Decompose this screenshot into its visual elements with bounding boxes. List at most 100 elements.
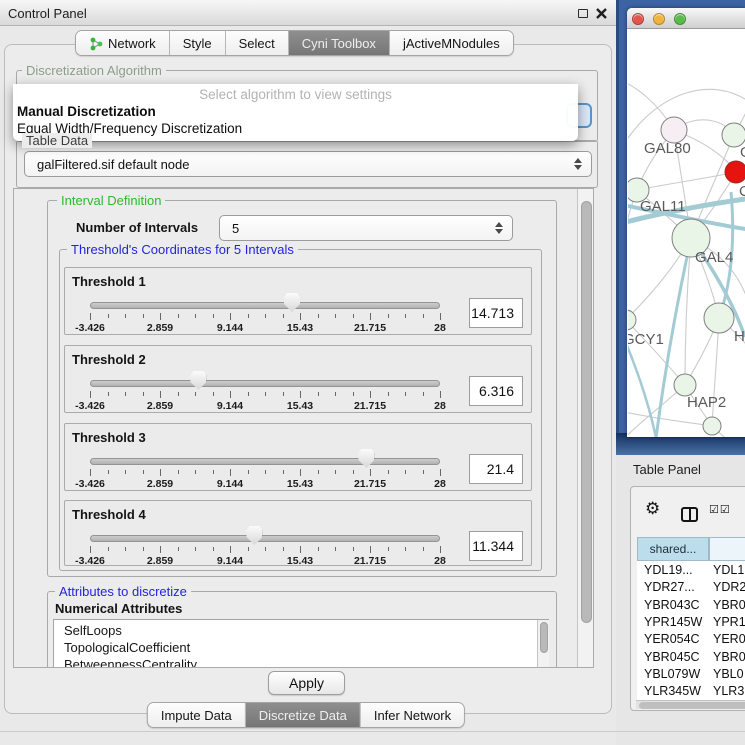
tab-cyni-toolbox[interactable]: Cyni Toolbox	[289, 31, 390, 55]
network-node[interactable]	[674, 374, 696, 396]
slider-tick	[213, 470, 214, 474]
table-horizontal-scrollbar-thumb[interactable]	[639, 702, 745, 709]
tab-network[interactable]: Network	[76, 31, 170, 55]
slider-thumb[interactable]	[284, 293, 300, 312]
slider-tick	[423, 314, 424, 318]
network-node[interactable]	[725, 161, 745, 183]
tab-discretize-data[interactable]: Discretize Data	[246, 703, 361, 727]
split-columns-icon[interactable]	[681, 507, 698, 522]
tab-label: Impute Data	[161, 708, 232, 723]
slider-track[interactable]	[90, 380, 440, 387]
network-node[interactable]	[703, 417, 721, 435]
threshold-label: Threshold 4	[72, 507, 146, 522]
tab-jactivemnodules[interactable]: jActiveMNodules	[390, 31, 513, 55]
algorithm-dropdown-popup: Select algorithm to view settings Manual…	[13, 84, 578, 141]
table-row[interactable]: YBR043CYBR0	[637, 596, 745, 613]
slider-track[interactable]	[90, 535, 440, 542]
slider-tick	[388, 314, 389, 318]
attributes-list-scrollbar-thumb[interactable]	[540, 622, 548, 653]
slider-tick	[90, 469, 91, 476]
column-header-name[interactable]: name	[709, 537, 745, 561]
tab-infer-network[interactable]: Infer Network	[361, 703, 464, 727]
slider-tick	[248, 470, 249, 474]
float-window-icon[interactable]	[578, 9, 588, 18]
close-traffic-light-icon[interactable]	[632, 13, 644, 25]
slider-tick-label: 28	[412, 322, 468, 334]
network-window: GAL80GACGAL11GAL4GCY1HHAP2	[627, 8, 745, 437]
tab-label: jActiveMNodules	[403, 36, 500, 51]
settings-scrollbar-thumb[interactable]	[581, 201, 592, 623]
slider-tick	[108, 392, 109, 396]
minimize-traffic-light-icon[interactable]	[653, 13, 665, 25]
network-edge[interactable]	[628, 320, 685, 385]
slider-tick-label: 2.859	[132, 400, 188, 412]
slider-track[interactable]	[90, 302, 440, 309]
apply-button[interactable]: Apply	[268, 671, 345, 695]
table-data-combo[interactable]: galFiltered.sif default node	[24, 151, 592, 177]
slider-tick	[143, 314, 144, 318]
slider-tick	[405, 547, 406, 551]
network-node-label: GA	[740, 144, 745, 161]
slider-tick	[125, 392, 126, 396]
slider-tick	[370, 313, 371, 320]
table-row[interactable]: YBL079WYBL0	[637, 665, 745, 682]
network-canvas[interactable]: GAL80GACGAL11GAL4GCY1HHAP2	[628, 29, 745, 437]
list-item[interactable]: TopologicalCoefficient	[64, 640, 190, 655]
tab-select[interactable]: Select	[226, 31, 289, 55]
table-row[interactable]: YER054CYER0	[637, 630, 745, 647]
slider-thumb[interactable]	[358, 449, 374, 468]
tab-style[interactable]: Style	[170, 31, 226, 55]
number-of-intervals-combo[interactable]: 5	[219, 215, 513, 241]
slider-tick	[230, 313, 231, 320]
list-item[interactable]: BetweennessCentrality	[64, 657, 197, 668]
slider-tick	[388, 547, 389, 551]
network-node[interactable]	[628, 310, 636, 330]
table-row[interactable]: YLR345WYLR3	[637, 682, 745, 699]
network-edge[interactable]	[637, 172, 736, 190]
threshold-value-field[interactable]: 11.344	[469, 531, 523, 561]
table-panel-title: Table Panel	[633, 462, 701, 477]
slider-track[interactable]	[90, 458, 440, 465]
cell-shared-name: YPR145W	[644, 615, 702, 629]
table-horizontal-scrollbar[interactable]	[636, 700, 745, 709]
slider-thumb[interactable]	[246, 526, 262, 545]
slider-tick-label: 9.144	[202, 555, 258, 567]
tab-impute-data[interactable]: Impute Data	[148, 703, 246, 727]
column-header-shared[interactable]: shared...	[637, 537, 709, 561]
gear-icon[interactable]: ⚙	[645, 499, 660, 519]
attributes-list-scrollbar[interactable]	[537, 620, 549, 668]
slider-thumb[interactable]	[190, 371, 206, 390]
table-row[interactable]: YDR27...YDR2	[637, 578, 745, 595]
slider-tick	[423, 470, 424, 474]
slider-tick	[370, 391, 371, 398]
close-icon[interactable]	[596, 8, 607, 19]
cell-shared-name: YDR27...	[644, 580, 695, 594]
zoom-traffic-light-icon[interactable]	[674, 13, 686, 25]
slider-tick	[440, 546, 441, 553]
tab-label: Select	[239, 36, 275, 51]
slider-tick	[265, 470, 266, 474]
slider-tick	[283, 547, 284, 551]
slider-tick	[353, 470, 354, 474]
threshold-value-field[interactable]: 14.713	[469, 298, 523, 328]
threshold-value-field[interactable]: 21.4	[469, 454, 523, 484]
threshold-value-field[interactable]: 6.316	[469, 376, 523, 406]
threshold-row-3: Threshold 3-3.4262.8599.14415.4321.71528…	[64, 423, 532, 491]
slider-tick-label: -3.426	[62, 478, 118, 490]
slider-tick	[195, 314, 196, 318]
select-columns-checkboxes-icon[interactable]: ☑☑	[709, 503, 731, 516]
network-node[interactable]	[704, 303, 734, 333]
slider-tick	[143, 392, 144, 396]
numerical-attributes-list: SelfLoops TopologicalCoefficient Betweenne…	[53, 619, 549, 668]
table-row[interactable]: YBR045CYBR0	[637, 648, 745, 665]
table-row[interactable]: YDL19...YDL1	[637, 561, 745, 578]
settings-scrollbar[interactable]	[577, 189, 594, 668]
dropdown-item-1[interactable]: Manual Discretization	[16, 104, 575, 119]
slider-tick	[125, 314, 126, 318]
list-item[interactable]: SelfLoops	[64, 623, 122, 638]
slider-tick-label: -3.426	[62, 322, 118, 334]
panel-title: Control Panel	[8, 6, 87, 21]
dropdown-item-2[interactable]: Equal Width/Frequency Discretization	[16, 121, 575, 136]
table-row[interactable]: YPR145WYPR1	[637, 613, 745, 630]
slider-tick	[125, 547, 126, 551]
